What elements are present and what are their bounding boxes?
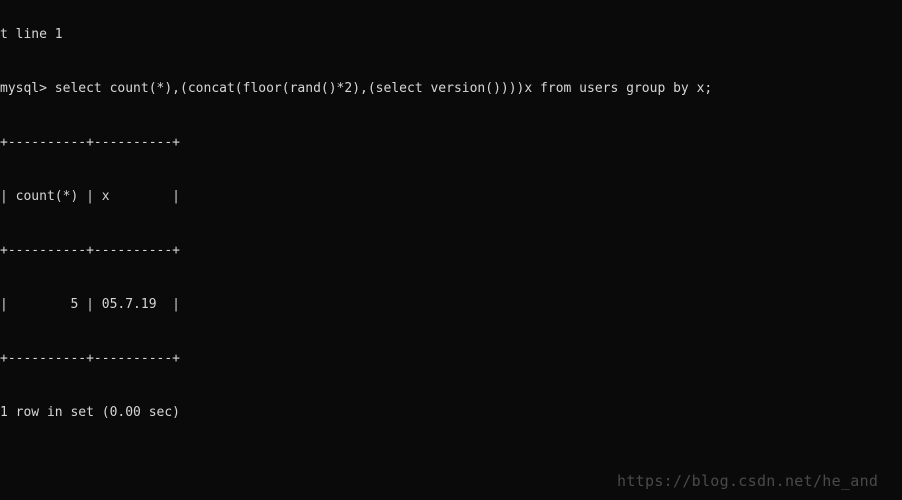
terminal-line-table-border: +----------+----------+: [0, 135, 181, 150]
terminal-line: t line 1: [0, 27, 63, 42]
watermark-text: https://blog.csdn.net/he_and: [617, 472, 879, 490]
terminal-line-table-border: +----------+----------+: [0, 351, 181, 366]
terminal-line-table-border: +----------+----------+: [0, 243, 181, 258]
terminal-output[interactable]: t line 1 mysql> select count(*),(concat(…: [0, 0, 902, 500]
terminal-window[interactable]: t line 1 mysql> select count(*),(concat(…: [0, 0, 902, 500]
terminal-line-table-row: | 5 | 05.7.19 |: [0, 297, 181, 312]
terminal-line-command: mysql> select count(*),(concat(floor(ran…: [0, 81, 713, 96]
terminal-line-status: 1 row in set (0.00 sec): [0, 405, 181, 420]
terminal-line-table-header: | count(*) | x |: [0, 189, 181, 204]
